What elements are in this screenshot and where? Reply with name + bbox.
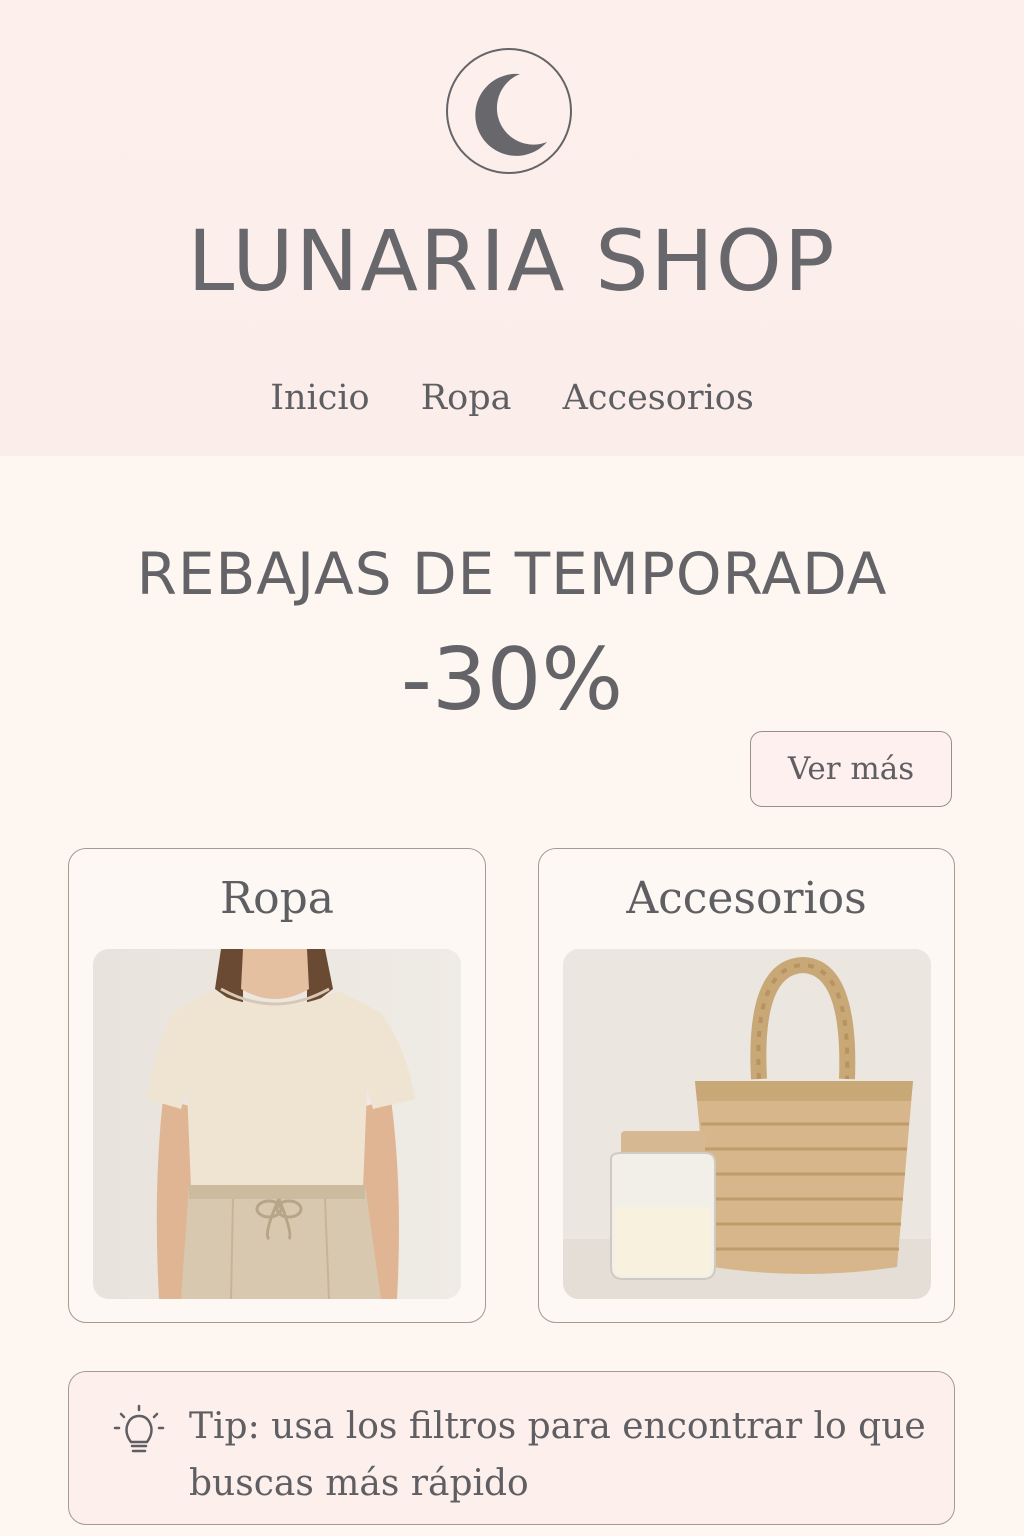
site-header: LUNARIA SHOP Inicio Ropa Accesorios: [0, 0, 1024, 456]
lightbulb-icon: [113, 1404, 165, 1453]
clothing-photo: [93, 949, 461, 1299]
nav-item-inicio[interactable]: Inicio: [270, 378, 369, 418]
tip-text: Tip: usa los filtros para encontrar lo q…: [189, 1406, 926, 1504]
brand-name[interactable]: LUNARIA SHOP: [0, 206, 1024, 316]
accessories-photo: [563, 949, 931, 1299]
category-card-accesorios[interactable]: Accesorios: [538, 848, 955, 1323]
main-nav: Inicio Ropa Accesorios: [0, 378, 1024, 418]
crescent-moon-icon[interactable]: [446, 48, 572, 174]
category-label: Ropa: [219, 873, 335, 924]
see-more-button[interactable]: Ver más: [750, 731, 952, 807]
promo-discount: -30%: [400, 630, 624, 730]
nav-item-accesorios[interactable]: Accesorios: [563, 378, 754, 418]
tip-banner: Tip: usa los filtros para encontrar lo q…: [68, 1371, 955, 1525]
promo-title: REBAJAS DE TEMPORADA: [136, 540, 888, 608]
category-card-ropa[interactable]: Ropa: [68, 848, 486, 1323]
nav-item-ropa[interactable]: Ropa: [421, 378, 512, 418]
category-label: Accesorios: [626, 873, 867, 924]
